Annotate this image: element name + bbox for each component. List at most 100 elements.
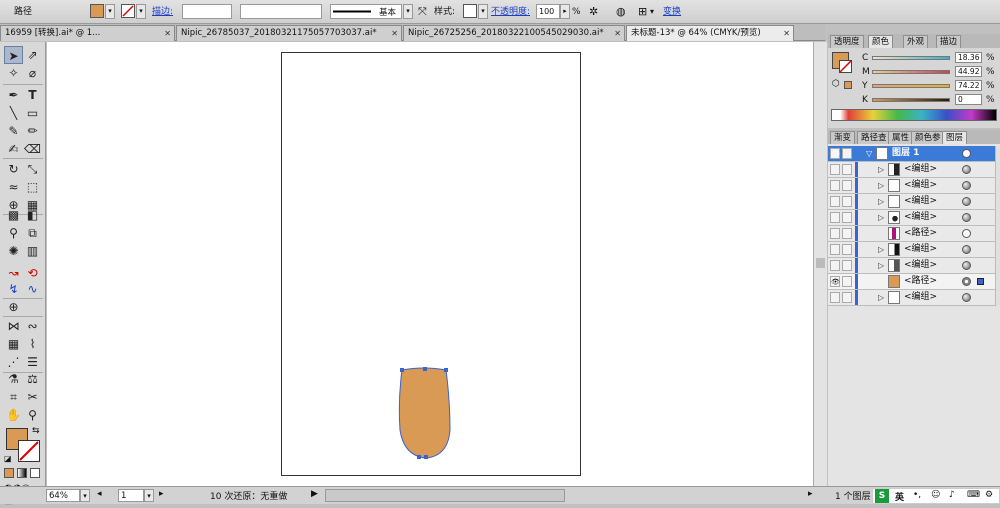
layer-row[interactable]: ▷ <编组> bbox=[828, 210, 995, 226]
layer-row[interactable]: ▷ <编组> bbox=[828, 290, 995, 306]
tab-attributes[interactable]: 属性 bbox=[888, 131, 914, 144]
anchor-point[interactable] bbox=[444, 368, 448, 372]
layer-name[interactable]: <路径> bbox=[904, 274, 937, 289]
tab-color[interactable]: 颜色 bbox=[868, 35, 894, 48]
stroke-dropdown-arrow[interactable]: ▾ bbox=[136, 4, 146, 19]
expand-icon[interactable]: ▷ bbox=[878, 242, 884, 257]
ime-punctuation-icon[interactable]: •, bbox=[913, 490, 921, 500]
layer-row[interactable]: ▷ <编组> bbox=[828, 258, 995, 274]
black-slider[interactable] bbox=[872, 98, 950, 102]
free-transform-tool-icon[interactable]: ⬚ bbox=[23, 178, 42, 196]
hand-tool-icon[interactable]: ✋ bbox=[4, 406, 23, 424]
yellow-slider[interactable] bbox=[872, 84, 950, 88]
crosshair-tool-icon[interactable]: ⊕ bbox=[4, 298, 23, 316]
symbol-sprayer-tool-icon[interactable]: ✺ bbox=[4, 242, 23, 260]
align-icon[interactable]: ⊞ bbox=[638, 0, 647, 24]
fill-dropdown-arrow[interactable]: ▾ bbox=[105, 4, 115, 19]
lock-toggle[interactable] bbox=[842, 276, 852, 287]
target-icon[interactable] bbox=[962, 197, 971, 206]
visibility-toggle[interactable] bbox=[830, 196, 840, 207]
stroke-swatch[interactable] bbox=[121, 4, 135, 18]
align-dropdown-arrow[interactable]: ▾ bbox=[650, 0, 654, 24]
artboard-tool-icon[interactable]: ⌗ bbox=[4, 388, 23, 406]
visibility-toggle[interactable] bbox=[830, 244, 840, 255]
selection-indicator[interactable] bbox=[977, 278, 984, 285]
layer-name[interactable]: 图层 1 bbox=[892, 146, 919, 161]
stroke-color-box[interactable] bbox=[18, 440, 40, 462]
panel-stroke-box[interactable] bbox=[839, 60, 852, 73]
tab-gradient[interactable]: 渐变 bbox=[830, 131, 856, 144]
variable-width-dropdown[interactable] bbox=[240, 4, 322, 19]
lock-toggle[interactable] bbox=[842, 212, 852, 223]
rotate-tool-icon[interactable]: ↻ bbox=[4, 160, 23, 178]
zoom-dropdown-arrow[interactable]: ▾ bbox=[80, 489, 90, 502]
slice-tool-icon[interactable]: ✂ bbox=[23, 388, 42, 406]
ime-emoji-icon[interactable]: ☺ bbox=[931, 490, 940, 500]
grid-tool-icon[interactable]: ▦ bbox=[4, 335, 23, 353]
lock-toggle[interactable] bbox=[842, 244, 852, 255]
vertical-scrollbar[interactable] bbox=[813, 42, 827, 486]
target-icon[interactable] bbox=[962, 277, 971, 286]
default-colors-icon[interactable]: ◪ bbox=[4, 454, 12, 463]
expand-icon[interactable]: ▷ bbox=[878, 178, 884, 193]
lock-toggle[interactable] bbox=[842, 164, 852, 175]
ime-voice-icon[interactable]: ♪ bbox=[949, 490, 955, 500]
expand-icon[interactable]: ▷ bbox=[878, 194, 884, 209]
lock-toggle[interactable] bbox=[842, 260, 852, 271]
layer-row-selected[interactable]: 👁 <路径> bbox=[828, 274, 995, 290]
layer-row[interactable]: ▷ <编组> bbox=[828, 242, 995, 258]
doc-tab-4-active[interactable]: 未标题-13* @ 64% (CMYK/预览) ✕ bbox=[626, 25, 794, 41]
close-icon[interactable]: ✕ bbox=[164, 26, 171, 41]
scale-tool-icon[interactable]: ⤡ bbox=[23, 160, 42, 178]
mesh-tool-icon[interactable]: ▩ bbox=[4, 206, 23, 224]
layer-name[interactable]: <编组> bbox=[904, 290, 937, 305]
visibility-toggle[interactable] bbox=[830, 164, 840, 175]
opacity-field[interactable]: 100 bbox=[536, 4, 560, 19]
yellow-value-field[interactable]: 74.22 bbox=[955, 80, 982, 91]
envelope-tool-icon[interactable]: ⋈ bbox=[4, 317, 23, 335]
layer-name[interactable]: <路径> bbox=[904, 226, 937, 241]
gradient-tool-icon[interactable]: ◧ bbox=[23, 206, 42, 224]
status-menu-icon[interactable]: ▶ bbox=[311, 489, 318, 499]
pen-tool-icon[interactable]: ✒ bbox=[4, 86, 23, 104]
swap-fill-stroke-icon[interactable]: ⇆ bbox=[32, 426, 40, 436]
pencil-tool-icon[interactable]: ✏ bbox=[23, 122, 42, 140]
eye-icon[interactable]: 👁 bbox=[830, 148, 840, 159]
expand-icon[interactable]: ▷ bbox=[878, 162, 884, 177]
layer-row[interactable]: ▷ <编组> bbox=[828, 162, 995, 178]
opacity-dropdown-arrow[interactable]: ▸ bbox=[560, 4, 570, 19]
visibility-toggle[interactable] bbox=[830, 260, 840, 271]
layer-row[interactable]: ▷ <编组> bbox=[828, 178, 995, 194]
isolate-icon[interactable]: ◍ bbox=[616, 0, 626, 24]
column-graph-tool-icon[interactable]: ▥ bbox=[23, 242, 42, 260]
stroke-weight-field[interactable] bbox=[182, 4, 232, 19]
doc-tab-2[interactable]: Nipic_26785037_20180321175057703037.ai* … bbox=[176, 25, 402, 41]
doc-tab-1[interactable]: 16959 [转换].ai* @ 1... ✕ bbox=[0, 25, 175, 41]
eraser-tool-icon[interactable]: ⌫ bbox=[23, 140, 42, 158]
type-tool-icon[interactable]: T bbox=[23, 86, 42, 104]
zoom-tool-icon[interactable]: ⚲ bbox=[23, 406, 42, 424]
ime-skin-icon[interactable]: ⚙ bbox=[985, 490, 993, 500]
layer-name[interactable]: <编组> bbox=[904, 210, 937, 225]
layer-name[interactable]: <编组> bbox=[904, 162, 937, 177]
layer-name[interactable]: <编组> bbox=[904, 194, 937, 209]
tab-transparency[interactable]: 透明度 bbox=[830, 35, 864, 48]
target-icon[interactable] bbox=[962, 293, 971, 302]
cyan-slider[interactable] bbox=[872, 56, 950, 60]
target-icon[interactable] bbox=[962, 261, 971, 270]
close-icon[interactable]: ✕ bbox=[783, 26, 790, 41]
prev-artboard-icon[interactable]: ◂ bbox=[97, 489, 102, 499]
target-icon[interactable] bbox=[962, 165, 971, 174]
graphic-style-swatch[interactable] bbox=[463, 4, 477, 18]
tab-color-guide[interactable]: 颜色参 bbox=[911, 131, 945, 144]
anchor-tool-icon[interactable]: ↯ bbox=[4, 280, 23, 298]
doc-tab-3[interactable]: Nipic_26725256_20180322100545029030.ai* … bbox=[403, 25, 625, 41]
color-spectrum-bar[interactable] bbox=[831, 109, 997, 121]
target-icon[interactable] bbox=[962, 213, 971, 222]
lock-toggle[interactable] bbox=[842, 292, 852, 303]
anchor-point[interactable] bbox=[424, 455, 428, 459]
next-artboard-icon[interactable]: ▸ bbox=[159, 489, 164, 499]
eyedropper-tool-icon[interactable]: ⚲ bbox=[4, 224, 23, 242]
layers-scrollbar[interactable] bbox=[995, 146, 1000, 306]
lock-toggle[interactable] bbox=[842, 196, 852, 207]
